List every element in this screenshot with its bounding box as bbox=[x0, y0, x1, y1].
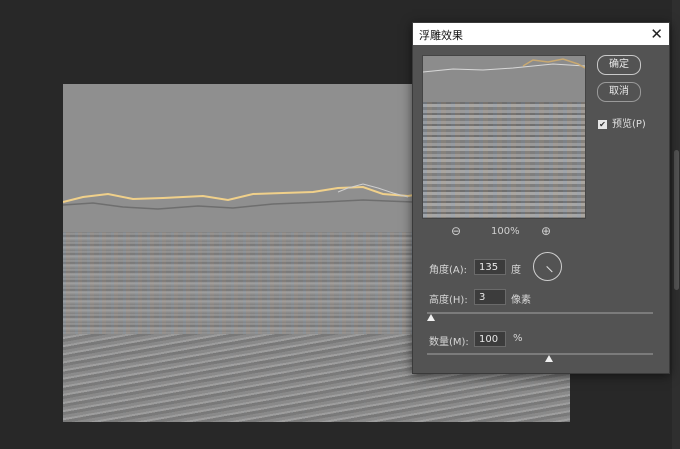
preview-terrain bbox=[423, 102, 585, 218]
zoom-out-icon[interactable]: ⊖ bbox=[451, 224, 461, 238]
preview-thumbnail[interactable] bbox=[422, 55, 586, 219]
preview-zoom-controls: ⊖ 100% ⊕ bbox=[449, 224, 559, 241]
angle-dial-icon[interactable] bbox=[533, 252, 562, 281]
height-unit: 像素 bbox=[511, 295, 531, 306]
angle-dial-needle bbox=[546, 266, 553, 273]
scrollbar-thumb[interactable] bbox=[674, 150, 679, 290]
amount-slider-thumb[interactable] bbox=[545, 355, 553, 362]
angle-label: 角度(A): bbox=[429, 265, 468, 276]
height-slider-track[interactable] bbox=[427, 312, 653, 314]
angle-input[interactable]: 135 bbox=[474, 259, 506, 275]
dialog-titlebar[interactable]: 浮雕效果 ✕ bbox=[413, 23, 669, 45]
close-icon[interactable]: ✕ bbox=[650, 24, 663, 44]
angle-unit: 度 bbox=[511, 265, 521, 276]
emboss-dialog: 浮雕效果 ✕ ⊖ 100% ⊕ 确定 取消 ✔ 预览(P) 角度(A): 135 … bbox=[412, 22, 670, 374]
preview-checkbox-label: 预览(P) bbox=[612, 119, 646, 130]
workspace-scrollbar[interactable] bbox=[672, 0, 680, 449]
dialog-title: 浮雕效果 bbox=[419, 29, 463, 42]
height-label: 高度(H): bbox=[429, 295, 468, 306]
height-input[interactable]: 3 bbox=[474, 289, 506, 305]
cancel-button[interactable]: 取消 bbox=[597, 82, 641, 102]
amount-unit: % bbox=[513, 333, 523, 344]
zoom-in-icon[interactable]: ⊕ bbox=[541, 224, 551, 238]
amount-slider-track[interactable] bbox=[427, 353, 653, 355]
zoom-level: 100% bbox=[491, 226, 520, 237]
amount-label: 数量(M): bbox=[429, 337, 469, 348]
checkbox-checked-icon[interactable]: ✔ bbox=[598, 119, 607, 129]
preview-checkbox[interactable]: ✔ 预览(P) bbox=[598, 115, 646, 130]
ok-button[interactable]: 确定 bbox=[597, 55, 641, 75]
amount-input[interactable]: 100 bbox=[474, 331, 506, 347]
height-slider-thumb[interactable] bbox=[427, 314, 435, 321]
